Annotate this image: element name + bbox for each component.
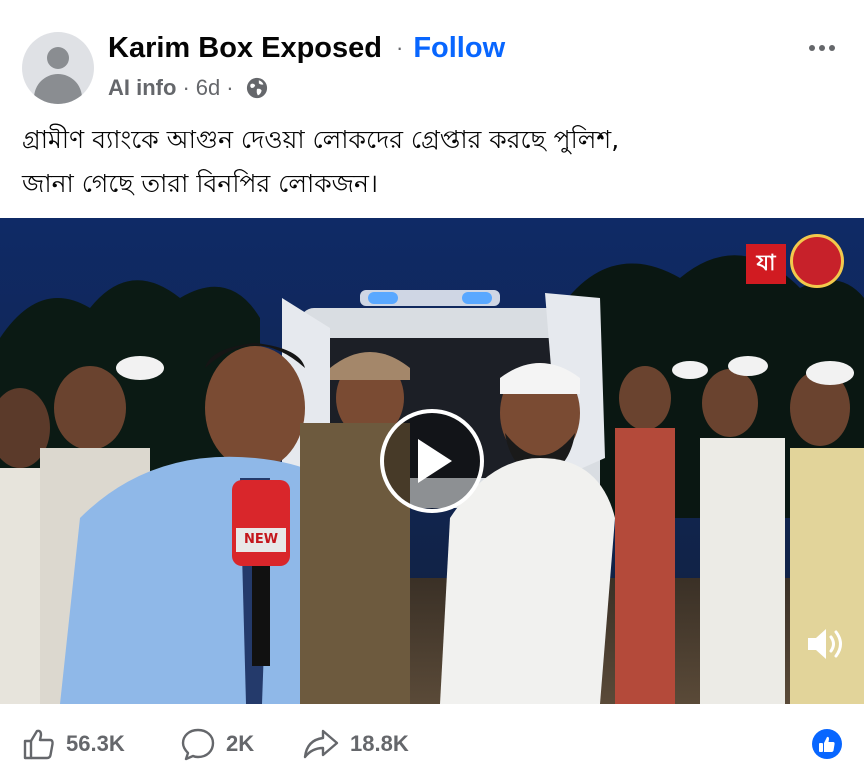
share-button[interactable]: 18.8K [302,726,409,762]
post-timestamp[interactable]: 6d [196,75,220,101]
meta-separator: · [182,75,190,100]
more-options-icon[interactable] [802,36,842,60]
comment-count: 2K [226,731,255,756]
comment-button[interactable]: 2K [180,726,254,762]
post-header: Karim Box Exposed · Follow AI info · 6d … [0,0,864,110]
ai-info-link[interactable]: AI info [108,75,176,101]
avatar[interactable] [22,32,94,104]
name-separator: · [395,35,404,60]
post-meta: AI info · 6d · [108,74,268,102]
meta-separator-2: · [226,75,234,100]
mic-flag-label: NEW [243,532,279,547]
name-row: Karim Box Exposed · Follow [108,30,505,66]
caption-line-1: গ্রামীণ ব্যাংকে আগুন দেওয়া লোকদের গ্রেপ… [22,125,620,154]
thumbs-up-icon [23,729,54,760]
share-count: 18.8K [350,731,409,756]
globe-icon [246,77,267,99]
post-caption: গ্রামীণ ব্যাংকে আগুন দেওয়া লোকদের গ্রেপ… [22,118,842,206]
like-reaction-icon[interactable] [812,729,842,759]
channel-watermark: যা [746,234,846,290]
like-count: 56.3K [66,731,125,756]
post-actions: 56.3K 2K 18.8K [0,712,864,776]
share-icon [303,729,339,759]
watermark-badge [790,234,844,288]
page-name[interactable]: Karim Box Exposed [108,32,382,65]
follow-button[interactable]: Follow [413,32,505,65]
watermark-logo: যা [746,244,786,284]
play-icon[interactable] [380,409,484,513]
volume-icon[interactable] [804,624,848,664]
comment-icon [181,728,215,761]
like-button[interactable]: 56.3K [22,726,125,762]
video-player[interactable]: NEW যা [0,218,864,704]
caption-line-2: জানা গেছে তারা বিনপির লোকজন। [22,169,378,198]
